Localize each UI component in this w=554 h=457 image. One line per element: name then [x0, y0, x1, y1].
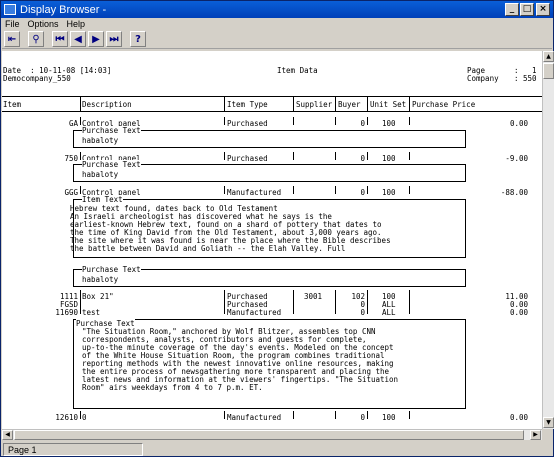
- app-icon: [4, 4, 16, 15]
- horizontal-scrollbar[interactable]: ◀ ▶: [2, 429, 542, 440]
- item-text-box: Item Text Hebrew text found, dates back …: [70, 195, 466, 258]
- row-price: 0.00: [509, 413, 528, 422]
- purchase-text-label: Purchase Text: [82, 160, 141, 169]
- row-type: Manufactured: [227, 308, 282, 317]
- purchase-text-box: Purchase Text "The Situation Room," anch…: [73, 319, 466, 409]
- row-buyer: 0: [360, 188, 365, 197]
- previous-page-icon[interactable]: ◀: [70, 31, 86, 47]
- vertical-scroll-thumb[interactable]: [543, 63, 554, 79]
- col-item: Item: [3, 100, 22, 109]
- row-price: 0.00: [509, 308, 528, 317]
- status-bar: Page 1: [1, 441, 553, 457]
- purchase-text-value: habaloty: [82, 275, 119, 284]
- help-button[interactable]: ?: [130, 31, 146, 47]
- scroll-right-icon[interactable]: ▶: [530, 430, 541, 440]
- purchase-text-label: Purchase Text: [82, 126, 141, 135]
- row-type: Purchased: [227, 119, 268, 128]
- first-page-icon[interactable]: ⏮: [52, 31, 68, 47]
- header-top-rule: [2, 96, 542, 97]
- row-price: -88.00: [500, 188, 528, 197]
- scroll-left-icon[interactable]: ◀: [2, 430, 13, 440]
- purchase-text-box: Purchase Text habaloty: [73, 265, 466, 287]
- col-purchase-price: Purchase Price: [412, 100, 476, 109]
- find-binoculars-icon[interactable]: ⚲: [28, 31, 44, 47]
- row-item: 750: [64, 154, 78, 163]
- menu-options[interactable]: Options: [28, 19, 59, 29]
- menu-file[interactable]: File: [5, 19, 20, 29]
- col-supplier: Supplier: [296, 100, 333, 109]
- row-description: test: [82, 308, 101, 317]
- purchase-text-box: Purchase Text habaloty: [73, 126, 466, 148]
- col-buyer: Buyer: [338, 100, 361, 109]
- exit-icon[interactable]: ⇤: [4, 31, 20, 47]
- row-supplier: 3001: [304, 292, 323, 301]
- purchase-text-label: Purchase Text: [82, 265, 141, 274]
- row-description: Box 21": [82, 292, 114, 301]
- report-company: Democompany_550: [3, 74, 71, 83]
- status-page: Page 1: [3, 442, 143, 456]
- purchase-text-box: Purchase Text habaloty: [73, 160, 466, 182]
- display-browser-window: Display Browser - _ □ × File Options Hel…: [0, 0, 554, 457]
- menu-bar: File Options Help: [1, 18, 553, 30]
- row-price: -9.00: [505, 154, 528, 163]
- item-text-line: the battle between David and Goliath -- …: [70, 244, 346, 253]
- toolbar: ⇤ ⚲ ⏮ ◀ ▶ ⏭ ?: [2, 30, 552, 49]
- minimize-button[interactable]: _: [505, 3, 519, 16]
- window-title: Display Browser -: [20, 3, 107, 16]
- row-buyer: 0: [360, 119, 365, 128]
- horizontal-scroll-thumb[interactable]: [14, 430, 524, 440]
- purchase-text-value: habaloty: [82, 136, 119, 145]
- col-item-type: Item Type: [227, 100, 268, 109]
- report-title: Item Data: [277, 66, 318, 75]
- row-buyer: 0: [360, 308, 365, 317]
- company-label: Company: [467, 74, 499, 83]
- purchase-text-value: habaloty: [82, 170, 119, 179]
- row-unit: 100: [382, 154, 396, 163]
- row-item: GA: [68, 119, 78, 128]
- col-description: Description: [82, 100, 132, 109]
- scroll-up-icon[interactable]: ▲: [543, 51, 554, 62]
- row-description: 0: [82, 413, 87, 422]
- row-type: Manufactured: [227, 413, 282, 422]
- company-value: 550: [523, 74, 537, 83]
- row-unit: 100: [382, 188, 396, 197]
- row-type: Manufactured: [227, 188, 282, 197]
- row-unit: ALL: [382, 308, 396, 317]
- menu-help[interactable]: Help: [67, 19, 86, 29]
- last-page-icon[interactable]: ⏭: [106, 31, 122, 47]
- company-colon: :: [514, 74, 519, 83]
- row-type: Purchased: [227, 154, 268, 163]
- title-bar: Display Browser - _ □ ×: [1, 1, 553, 18]
- row-buyer: 0: [360, 413, 365, 422]
- maximize-button[interactable]: □: [520, 3, 534, 16]
- purchase-text-line: Room" airs weekdays from 4 to 7 p.m. ET.: [82, 383, 263, 392]
- row-price: 0.00: [509, 119, 528, 128]
- header-bottom-rule: [2, 111, 542, 112]
- next-page-icon[interactable]: ▶: [88, 31, 104, 47]
- row-item: 12610: [55, 413, 78, 422]
- row-buyer: 0: [360, 154, 365, 163]
- item-text-label: Item Text: [82, 195, 123, 204]
- col-unit-set: Unit Set: [370, 100, 407, 109]
- row-unit: 100: [382, 119, 396, 128]
- report-view: Date : 10-11-08 [14:03] Democompany_550 …: [2, 51, 542, 429]
- scroll-down-icon[interactable]: ▼: [543, 417, 554, 428]
- row-item: 11690: [55, 308, 78, 317]
- row-item: GGG: [64, 188, 78, 197]
- row-unit: 100: [382, 413, 396, 422]
- close-button[interactable]: ×: [536, 3, 550, 16]
- vertical-scrollbar[interactable]: ▲ ▼: [542, 51, 554, 429]
